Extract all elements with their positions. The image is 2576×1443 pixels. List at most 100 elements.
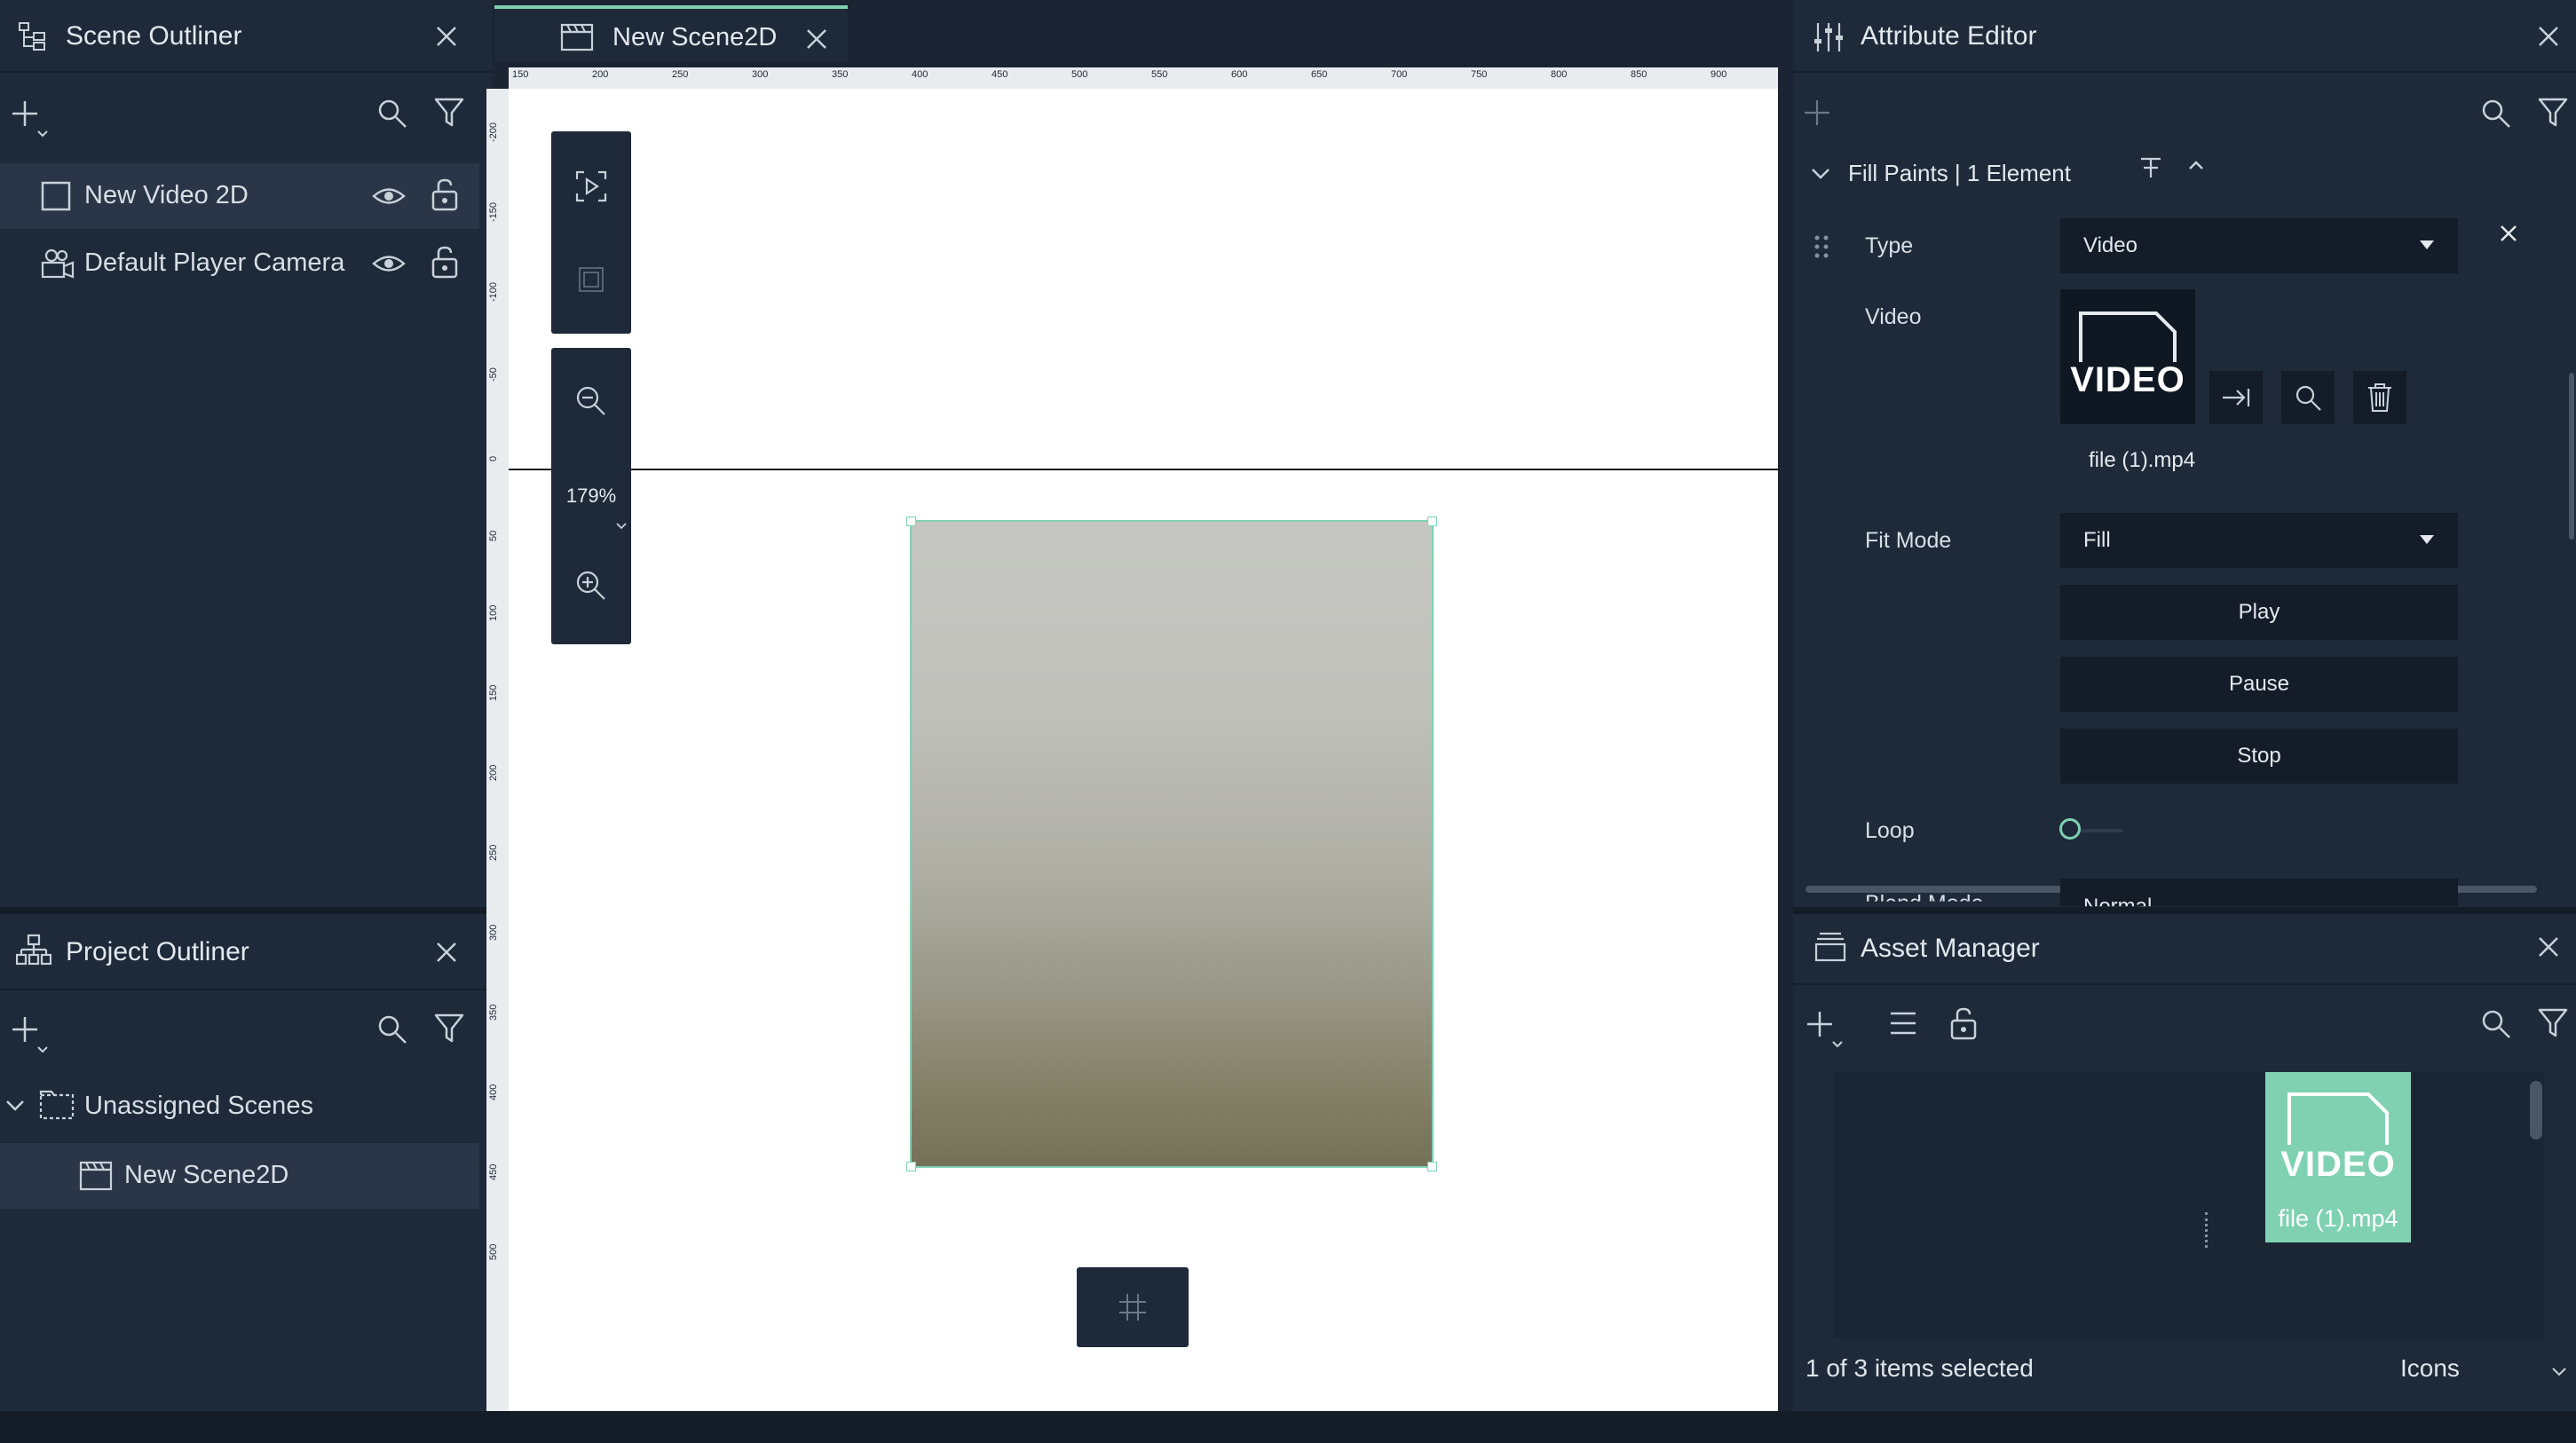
view-mode-dropdown[interactable]: Icons — [2361, 1345, 2576, 1395]
stop-button[interactable]: Stop — [2060, 729, 2458, 784]
fit-mode-dropdown[interactable]: Fill — [2060, 513, 2458, 568]
search-icon[interactable] — [2480, 98, 2512, 130]
add-top-icon[interactable] — [2139, 156, 2162, 179]
locate-file-button[interactable] — [2281, 371, 2335, 424]
caret-down-icon — [2420, 240, 2434, 249]
chevron-down-icon[interactable] — [615, 522, 628, 531]
ruler-x-tick: 300 — [752, 69, 769, 80]
asset-tile-video[interactable]: VIDEO file (1).mp4 — [2265, 1072, 2411, 1242]
close-icon[interactable] — [433, 23, 460, 50]
blend-mode-dropdown[interactable]: Normal — [2060, 879, 2458, 907]
eye-icon[interactable] — [372, 183, 406, 209]
outliner-item-label: New Video 2D — [84, 181, 249, 209]
chevron-down-icon[interactable] — [5, 1099, 25, 1113]
file-name: file (1).mp4 — [2089, 448, 2196, 472]
add-menu-icon[interactable] — [1804, 1008, 1846, 1053]
file-outline-icon — [2079, 311, 2177, 362]
asset-name: file (1).mp4 — [2278, 1205, 2398, 1232]
type-dropdown[interactable]: Video — [2060, 218, 2458, 273]
close-icon[interactable] — [804, 27, 829, 51]
view-mode-value: Icons — [2400, 1354, 2460, 1382]
filter-icon[interactable] — [2537, 1006, 2569, 1040]
eye-icon[interactable] — [372, 250, 406, 277]
canvas-baseline — [509, 469, 1778, 470]
frame-icon[interactable] — [578, 266, 604, 293]
tree-group-row[interactable]: Unassigned Scenes — [0, 1076, 479, 1138]
filter-icon[interactable] — [433, 1012, 465, 1045]
vertical-scrollbar[interactable] — [2569, 373, 2574, 540]
unlock-icon[interactable] — [431, 245, 459, 279]
search-icon[interactable] — [2480, 1008, 2512, 1040]
selection-status: 1 of 3 items selected — [1806, 1354, 2034, 1382]
pause-button[interactable]: Pause — [2060, 657, 2458, 712]
asset-manager-panel: Asset Manager VIDEO file (1).mp4 1 of 3 … — [1793, 914, 2576, 1411]
grid-toggle-button[interactable] — [1077, 1267, 1189, 1347]
chevron-up-icon[interactable] — [2187, 158, 2205, 172]
grid-icon — [1119, 1294, 1146, 1321]
scene-canvas[interactable]: 179% — [509, 89, 1778, 1411]
project-outliner-title: Project Outliner — [66, 937, 249, 966]
video-thumb-text: VIDEO — [2070, 360, 2185, 399]
resize-handle[interactable] — [1427, 1162, 1437, 1171]
toggle-knob — [2059, 818, 2081, 840]
view-toolbar — [551, 131, 631, 334]
ruler-y-tick: 150 — [488, 684, 499, 701]
outliner-row-camera[interactable]: Default Player Camera — [0, 231, 479, 296]
ruler-y-tick: 400 — [488, 1084, 499, 1100]
resize-handle[interactable] — [1427, 516, 1437, 526]
ruler-x-tick: 600 — [1231, 69, 1248, 80]
panel-splitter[interactable] — [0, 907, 493, 914]
add-menu-icon[interactable] — [9, 98, 51, 142]
filter-icon[interactable] — [2537, 96, 2569, 130]
video-thumbnail[interactable]: VIDEO — [2060, 289, 2195, 424]
close-icon[interactable] — [2535, 934, 2562, 960]
ruler-x-tick: 850 — [1631, 69, 1648, 80]
attribute-editor-panel: Attribute Editor Fill Paints | 1 Element… — [1793, 0, 2576, 907]
tree-scene-row[interactable]: New Scene2D — [0, 1143, 479, 1209]
filter-icon[interactable] — [433, 96, 465, 130]
unlock-icon[interactable] — [431, 177, 459, 211]
type-label: Type — [1865, 233, 1914, 258]
assign-file-button[interactable] — [2209, 371, 2263, 424]
search-icon[interactable] — [376, 98, 408, 130]
chevron-down-icon[interactable] — [1811, 167, 1830, 181]
close-icon[interactable] — [433, 939, 460, 966]
fit-mode-value: Fill — [2083, 528, 2111, 552]
viewport-tab-bar: New Scene2D — [493, 0, 1778, 62]
delete-file-button[interactable] — [2353, 371, 2406, 424]
trash-icon — [2368, 383, 2391, 412]
zoom-out-icon[interactable] — [575, 385, 607, 417]
vertical-scrollbar[interactable] — [2530, 1081, 2542, 1139]
tab-new-scene2d[interactable]: New Scene2D — [494, 5, 848, 62]
arrow-to-line-icon — [2223, 389, 2250, 406]
ruler-y-tick: 500 — [488, 1243, 499, 1260]
loop-toggle[interactable] — [2059, 816, 2127, 845]
tree-scene-label: New Scene2D — [124, 1161, 289, 1189]
resize-divider-handle[interactable] — [2205, 1212, 2211, 1248]
add-menu-icon[interactable] — [9, 1013, 51, 1058]
play-button[interactable]: Play — [2060, 585, 2458, 640]
resize-handle[interactable] — [906, 516, 916, 526]
chevron-down-icon — [2552, 1368, 2566, 1376]
search-icon[interactable] — [376, 1013, 408, 1045]
play-frame-icon[interactable] — [575, 170, 607, 202]
video-element[interactable] — [906, 516, 1437, 1171]
drag-handle-icon[interactable] — [1813, 234, 1830, 259]
right-gutter — [1778, 0, 1793, 1411]
square-icon — [41, 181, 71, 211]
outliner-row-video[interactable]: New Video 2D — [0, 163, 479, 229]
list-menu-icon[interactable] — [1889, 1010, 1917, 1037]
ruler-x-tick: 800 — [1551, 69, 1568, 80]
ruler-x-tick: 250 — [672, 69, 689, 80]
close-icon[interactable] — [2535, 23, 2562, 50]
ruler-x-tick: 550 — [1151, 69, 1168, 80]
caret-down-icon — [2420, 535, 2434, 544]
ruler-y-tick: 0 — [488, 455, 499, 461]
zoom-level[interactable]: 179% — [551, 485, 631, 508]
panel-splitter[interactable] — [1793, 907, 2576, 914]
unlock-icon[interactable] — [1949, 1006, 1978, 1040]
remove-icon[interactable] — [2499, 224, 2518, 243]
add-icon[interactable] — [1802, 98, 1832, 128]
resize-handle[interactable] — [906, 1162, 916, 1171]
zoom-in-icon[interactable] — [575, 570, 607, 602]
